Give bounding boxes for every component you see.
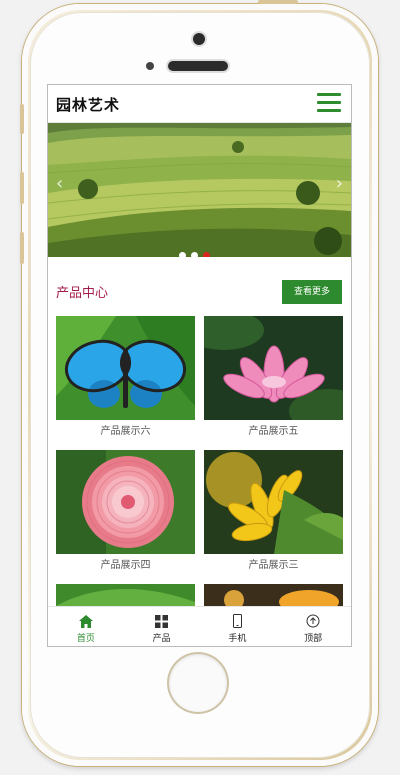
banner-dot-3[interactable] (203, 252, 210, 257)
home-icon (48, 611, 124, 631)
product-image-lotus[interactable] (204, 316, 343, 420)
nav-top[interactable]: 顶部 (275, 607, 351, 646)
banner-pagination (179, 244, 215, 257)
front-camera (193, 33, 205, 45)
nav-mobile[interactable]: 手机 (200, 607, 276, 646)
nav-home[interactable]: 首页 (48, 607, 124, 646)
arrow-up-icon (275, 611, 351, 631)
banner-prev-arrow-icon[interactable]: ‹ (56, 173, 63, 194)
product-label[interactable]: 产品展示六 (56, 420, 195, 444)
nav-home-label: 首页 (76, 634, 95, 644)
power-button (258, 0, 298, 4)
product-label[interactable]: 产品展示五 (204, 420, 343, 444)
nav-products-label: 产品 (152, 634, 171, 644)
hero-banner[interactable]: ‹ › (48, 123, 351, 257)
product-card[interactable] (56, 584, 195, 606)
tea-hills-landscape-image (48, 123, 351, 257)
product-image-sunflower[interactable] (204, 450, 343, 554)
product-card[interactable]: 产品展示五 (204, 316, 343, 444)
hamburger-menu-icon[interactable] (317, 93, 341, 113)
product-card[interactable] (204, 584, 343, 606)
proximity-sensor (146, 62, 154, 70)
product-label[interactable]: 产品展示三 (204, 554, 343, 578)
volume-down-button (20, 232, 24, 264)
banner-dot-1[interactable] (179, 252, 186, 257)
product-image-dahlia[interactable] (56, 450, 195, 554)
site-logo[interactable]: 园林艺术 (56, 94, 120, 115)
mute-switch (20, 104, 24, 134)
nav-top-label: 顶部 (304, 634, 323, 644)
nav-mobile-label: 手机 (228, 634, 247, 644)
view-more-button[interactable]: 查看更多 (282, 280, 342, 304)
bottom-nav-bar: 首页 产品 手机 顶部 (48, 606, 351, 646)
phone-icon (200, 611, 276, 631)
product-image-leaf[interactable] (56, 584, 195, 606)
nav-products[interactable]: 产品 (124, 607, 200, 646)
product-image-flower[interactable] (204, 584, 343, 606)
product-image-butterfly[interactable] (56, 316, 195, 420)
home-button[interactable] (169, 654, 227, 712)
product-center-header: 产品中心 查看更多 (48, 274, 351, 304)
grid-icon (124, 611, 200, 631)
earpiece-speaker (168, 61, 228, 71)
product-label[interactable]: 产品展示四 (56, 554, 195, 578)
banner-next-arrow-icon[interactable]: › (336, 173, 343, 194)
section-title: 产品中心 (56, 286, 109, 301)
banner-dot-2[interactable] (191, 252, 198, 257)
product-card[interactable]: 产品展示六 (56, 316, 195, 444)
site-header: 园林艺术 (48, 85, 351, 123)
product-card[interactable]: 产品展示四 (56, 450, 195, 578)
product-card[interactable]: 产品展示三 (204, 450, 343, 578)
volume-up-button (20, 172, 24, 204)
phone-screen: 园林艺术 ‹ › 产品中心 查看更多 产品展示六 产品展示五 产品展示四 产品展… (48, 85, 351, 646)
